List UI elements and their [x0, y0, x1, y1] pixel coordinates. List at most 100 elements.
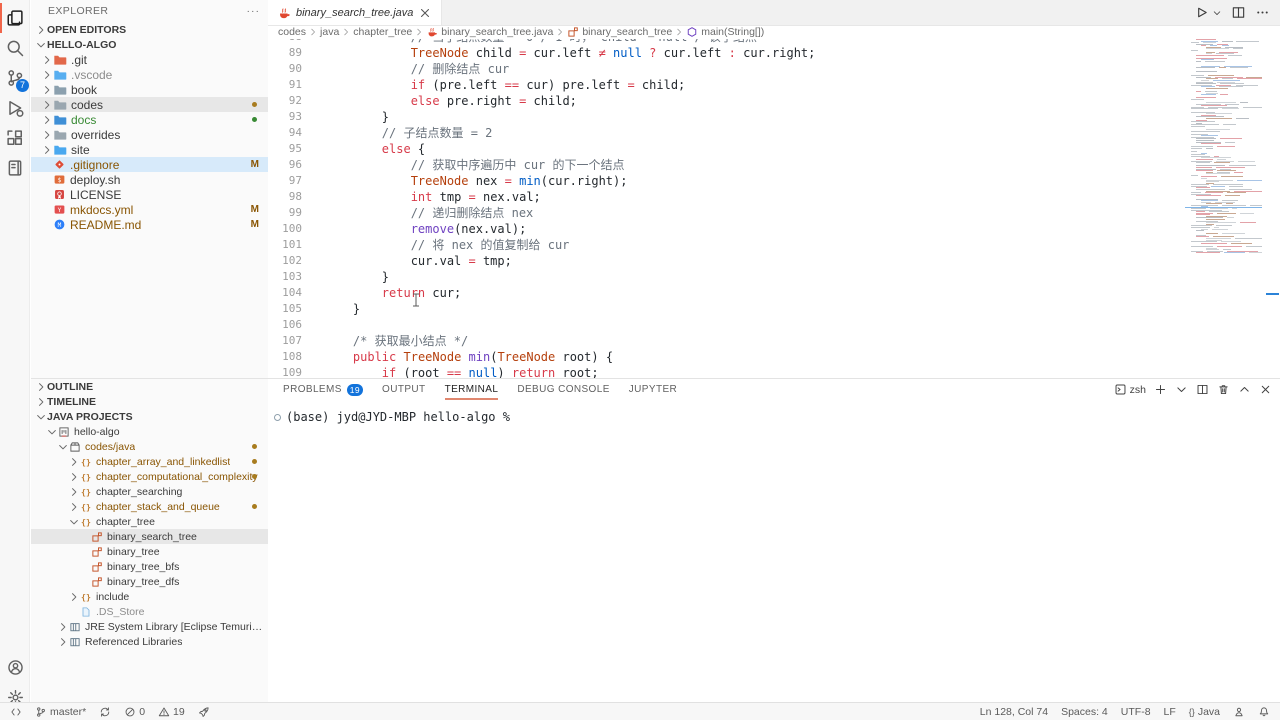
code-line[interactable]: 97 TreeNode nex = min(cur.right);: [268, 173, 1185, 189]
file-tree-item[interactable]: docs: [31, 112, 268, 127]
file-tree-item[interactable]: MREADME.mdM: [31, 217, 268, 232]
panel-tab-output[interactable]: OUTPUT: [382, 379, 426, 401]
code-line[interactable]: 99 // 递归删除结点 nex: [268, 205, 1185, 221]
java-tree-item[interactable]: binary_tree_dfs: [31, 574, 268, 589]
code-line[interactable]: 94 // 子结点数量 = 2: [268, 125, 1185, 141]
panel-tab-terminal[interactable]: TERMINAL: [445, 379, 499, 401]
minimap[interactable]: [1185, 25, 1262, 378]
status-feedback[interactable]: [1233, 706, 1245, 718]
activity-bar-item-search[interactable]: [0, 33, 30, 63]
java-tree-item[interactable]: {}chapter_searching: [31, 484, 268, 499]
panel-tab-debug-console[interactable]: DEBUG CONSOLE: [517, 379, 609, 401]
code-line[interactable]: 109 if (root == null) return root;: [268, 365, 1185, 378]
code-line[interactable]: 106: [268, 317, 1185, 333]
code-line[interactable]: 108 public TreeNode min(TreeNode root) {: [268, 349, 1185, 365]
breadcrumb-item[interactable]: binary_search_tree.java: [426, 26, 553, 38]
panel-action-split-terminal[interactable]: [1196, 383, 1209, 396]
java-tree-item[interactable]: {}chapter_array_and_linkedlist: [31, 454, 268, 469]
file-tree-item[interactable]: LICENSE: [31, 187, 268, 202]
status-cursor-position[interactable]: Ln 128, Col 74: [980, 706, 1048, 718]
code-line[interactable]: 102 cur.val = tmp;: [268, 253, 1185, 269]
code-line[interactable]: 89 TreeNode child = cur.left ≠ null ? cu…: [268, 45, 1185, 61]
panel-tab-problems[interactable]: PROBLEMS19: [283, 379, 363, 401]
panel-action-close-panel[interactable]: [1259, 383, 1272, 396]
editor-tab-binary-search-tree[interactable]: binary_search_tree.java: [268, 0, 442, 25]
outline-section[interactable]: OUTLINE: [31, 379, 268, 394]
code-line[interactable]: 95 else {: [268, 141, 1185, 157]
activity-bar-item-source-control[interactable]: 7: [0, 63, 30, 93]
code-line[interactable]: 91 if (pre.left == cur) pre.left = child…: [268, 77, 1185, 93]
java-tree-item[interactable]: .DS_Store: [31, 604, 268, 619]
project-root-section[interactable]: HELLO-ALGO: [31, 37, 268, 52]
activity-bar-item-accounts[interactable]: [0, 652, 30, 682]
status-language-mode[interactable]: {}Java: [1189, 706, 1220, 718]
code-line[interactable]: 92 else pre.right = child;: [268, 93, 1185, 109]
breadcrumb-item[interactable]: binary_search_tree: [567, 26, 672, 38]
timeline-section[interactable]: TIMELINE: [31, 394, 268, 409]
code-line[interactable]: 98 int tmp = nex.val;: [268, 189, 1185, 205]
code-line[interactable]: 103 }: [268, 269, 1185, 285]
file-tree-item[interactable]: .gitignoreM: [31, 157, 268, 172]
java-tree-item[interactable]: codes/java: [31, 439, 268, 454]
file-tree-item[interactable]: Ymkdocs.ymlM: [31, 202, 268, 217]
activity-bar-item-run-debug[interactable]: [0, 93, 30, 123]
java-tree-item[interactable]: binary_tree: [31, 544, 268, 559]
panel-action-new-terminal[interactable]: [1154, 383, 1167, 396]
java-tree-item[interactable]: Referenced Libraries: [31, 634, 268, 649]
file-tree-item[interactable]: book: [31, 82, 268, 97]
code-line[interactable]: 96 // 获取中序遍历中 cur 的下一个结点: [268, 157, 1185, 173]
java-tree-item[interactable]: {}chapter_tree: [31, 514, 268, 529]
panel-action-terminal-picker[interactable]: zsh: [1114, 383, 1146, 396]
panel-action-terminal-dropdown[interactable]: [1175, 383, 1188, 396]
code-line[interactable]: 107 /* 获取最小结点 */: [268, 333, 1185, 349]
java-tree-item[interactable]: {}include: [31, 589, 268, 604]
activity-bar-item-notebook[interactable]: [0, 153, 30, 183]
file-tree-item[interactable]: site: [31, 142, 268, 157]
breadcrumb-item[interactable]: codes: [278, 26, 306, 38]
panel-action-kill-terminal[interactable]: [1217, 383, 1230, 396]
breadcrumb-item[interactable]: java: [320, 26, 339, 38]
status-encoding[interactable]: UTF-8: [1121, 706, 1151, 718]
file-tree-item[interactable]: overrides: [31, 127, 268, 142]
close-icon[interactable]: [418, 6, 432, 20]
status-eol[interactable]: LF: [1164, 706, 1176, 718]
panel-tab-jupyter[interactable]: JUPYTER: [629, 379, 677, 401]
code-editor[interactable]: 88 // 当子结点数量 = 0 / 1 时， child = null / 该…: [268, 29, 1185, 378]
status-notifications[interactable]: [1258, 706, 1270, 718]
play-icon[interactable]: [1194, 5, 1209, 20]
status-errors[interactable]: 0: [124, 706, 145, 718]
activity-bar-item-extensions[interactable]: [0, 123, 30, 153]
file-tree-item[interactable]: $deploy.sh: [31, 172, 268, 187]
chevron-down-icon[interactable]: [1212, 8, 1222, 18]
status-branch[interactable]: master*: [35, 706, 86, 718]
status-remote[interactable]: [10, 706, 22, 718]
java-tree-item[interactable]: hello-algo: [31, 424, 268, 439]
java-tree-item[interactable]: JRE System Library [Eclipse Temurin 17 […: [31, 619, 268, 634]
java-tree-item[interactable]: {}chapter_computational_complexity: [31, 469, 268, 484]
status-sync[interactable]: [99, 706, 111, 718]
activity-bar-item-explorer[interactable]: [0, 3, 30, 33]
java-projects-section[interactable]: JAVA PROJECTS: [31, 409, 268, 424]
code-line[interactable]: 105 }: [268, 301, 1185, 317]
file-tree-item[interactable]: .vscode: [31, 67, 268, 82]
breadcrumb-item[interactable]: chapter_tree: [353, 26, 412, 38]
terminal-content[interactable]: (base) jyd@JYD-MBP hello-algo %: [274, 410, 510, 424]
file-tree-item[interactable]: codes: [31, 97, 268, 112]
status-indentation[interactable]: Spaces: 4: [1061, 706, 1108, 718]
java-tree-item[interactable]: binary_tree_bfs: [31, 559, 268, 574]
breadcrumb-item[interactable]: main(String[]): [686, 26, 764, 38]
code-line[interactable]: 90 // 删除结点 cur: [268, 61, 1185, 77]
code-line[interactable]: 100 remove(nex.val);: [268, 221, 1185, 237]
status-warnings[interactable]: 19: [158, 706, 185, 718]
java-tree-item[interactable]: binary_search_tree: [31, 529, 268, 544]
explorer-more-actions-icon[interactable]: ···: [247, 5, 261, 17]
code-line[interactable]: 104 return cur;: [268, 285, 1185, 301]
panel-action-maximize-panel[interactable]: [1238, 383, 1251, 396]
java-tree-item[interactable]: {}chapter_stack_and_queue: [31, 499, 268, 514]
status-live-share[interactable]: [198, 706, 210, 718]
split-icon[interactable]: [1231, 5, 1246, 20]
code-line[interactable]: 101 // 将 nex 的值复制给 cur: [268, 237, 1185, 253]
file-tree-item[interactable]: .git: [31, 52, 268, 67]
code-line[interactable]: 93 }: [268, 109, 1185, 125]
open-editors-section[interactable]: OPEN EDITORS: [31, 22, 268, 37]
